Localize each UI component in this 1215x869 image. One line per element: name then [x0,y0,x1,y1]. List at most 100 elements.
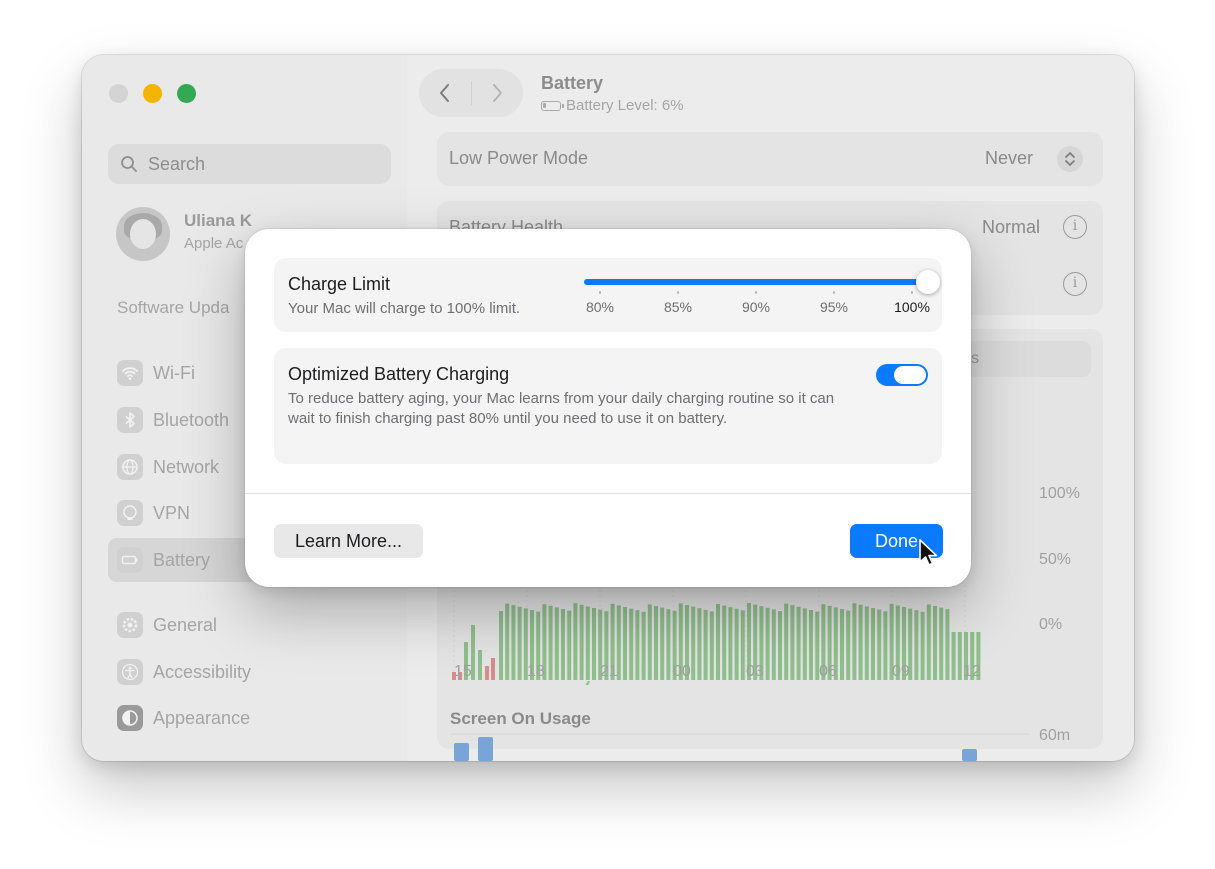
x-axis-label: 15 [454,663,472,680]
info-icon[interactable]: i [1063,272,1087,296]
battery-level-bar [957,632,962,680]
battery-level-bar [485,666,489,680]
battery-health-value: Normal [982,217,1041,237]
battery-icon [117,547,143,573]
optimized-charging-card: Optimized Battery Charging To reduce bat… [274,348,942,464]
charge-limit-card: Charge Limit Your Mac will charge to 100… [274,258,942,332]
sidebar-item-appearance[interactable]: Appearance [108,696,398,740]
battery-level-bar [765,607,770,680]
battery-level-bar [579,604,584,680]
charge-limit-title: Charge Limit [288,274,391,294]
battery-level-bar [796,606,801,680]
battery-level-bar [926,604,931,680]
sidebar-item-label: Bluetooth [153,410,230,430]
y-axis-label: 60m [1039,727,1071,744]
screen-usage-chart [450,733,1030,761]
bluetooth-icon [117,407,143,433]
battery-level-bar [728,607,733,680]
battery-level-bar [709,611,714,680]
battery-level-bar [933,606,937,680]
battery-options-dialog: Charge Limit Your Mac will charge to 100… [245,229,971,587]
battery-level-text: Battery Level: 6% [566,97,684,114]
divider [245,493,971,494]
learn-more-button[interactable]: Learn More... [274,524,423,558]
slider-tick-label: 100% [894,299,930,315]
battery-level-bar [573,603,578,680]
battery-level-bar [809,610,813,680]
optimized-charging-toggle[interactable] [876,364,928,386]
mouse-pointer-icon [919,539,938,566]
charge-limit-slider[interactable] [584,270,940,294]
battery-level-bar [784,603,789,680]
sidebar-item-label: Appearance [153,708,251,728]
search-icon [121,156,137,172]
battery-level-bar [491,658,495,680]
low-power-mode-row: Low Power Mode Never [437,132,1103,186]
sidebar-item-general[interactable]: General [108,603,398,647]
slider-tick-label: 80% [585,299,615,315]
wifi-icon [117,360,143,386]
battery-level-bar [691,606,696,680]
battery-level-bar [846,610,851,680]
x-axis-label: 06 [819,663,837,680]
battery-level-bar [660,607,665,680]
user-subtitle: Apple Ac [184,235,244,252]
slider-tick-label: 85% [663,299,693,315]
info-icon[interactable]: i [1063,215,1087,239]
battery-level-bar [697,608,702,680]
optimized-charging-description: To reduce battery aging, your Mac learns… [288,390,835,427]
slider-tick-label: 95% [819,299,849,315]
battery-level-bar [716,604,720,680]
battery-level-bar [802,608,807,680]
screen-usage-bar [478,737,493,761]
battery-level-bar [592,608,596,680]
appearance-icon [117,705,143,731]
battery-level-bar [852,603,857,680]
zoom-window-button[interactable] [177,84,196,103]
battery-level-bar [740,610,745,680]
battery-level-bar [883,611,888,680]
back-arrow-icon[interactable] [437,82,453,104]
sidebar-item-accessibility[interactable]: Accessibility [108,650,398,694]
battery-level-bar [951,632,956,680]
x-axis-label: 03 [746,663,764,680]
battery-level-bar [554,607,559,680]
battery-level-bar [877,609,882,680]
navigation-buttons [419,69,523,117]
chevron-updown-icon[interactable] [1057,146,1083,172]
page-title: Battery [541,73,604,93]
slider-tick [833,291,835,294]
gear-icon [117,612,143,638]
battery-level-bar [771,609,776,680]
battery-level-bar [778,611,782,680]
software-update-item[interactable]: Software Upda [117,298,229,318]
screen-usage-bar [962,749,977,761]
x-axis-label: 09 [892,663,910,680]
battery-level-bar [548,605,553,680]
battery-level-bar [840,609,844,680]
x-axis-label: 21 [600,663,618,680]
forward-arrow-icon[interactable] [489,82,505,104]
battery-level-bar [914,610,919,680]
battery-level-bar [478,650,482,680]
low-power-value[interactable]: Never [985,148,1033,169]
battery-level-bar [666,609,671,680]
battery-level-bar [511,605,516,680]
slider-tick [599,291,601,294]
battery-level-bar [567,610,572,680]
x-axis-label: 00 [673,663,691,680]
optimized-charging-title: Optimized Battery Charging [288,364,510,384]
low-power-label: Low Power Mode [449,148,589,168]
y-axis-label: 50% [1039,551,1072,568]
slider-tick [911,291,913,294]
battery-level-bar [629,608,634,680]
slider-thumb[interactable] [916,270,940,294]
close-window-button[interactable] [109,84,128,103]
battery-level-bar [585,606,590,680]
slider-fill [584,279,928,285]
search-input[interactable]: Search [108,144,391,184]
y-axis-label: 100% [1039,485,1080,502]
minimize-window-button[interactable] [143,84,162,103]
screen-usage-title: Screen On Usage [450,709,591,728]
network-icon [117,454,143,480]
